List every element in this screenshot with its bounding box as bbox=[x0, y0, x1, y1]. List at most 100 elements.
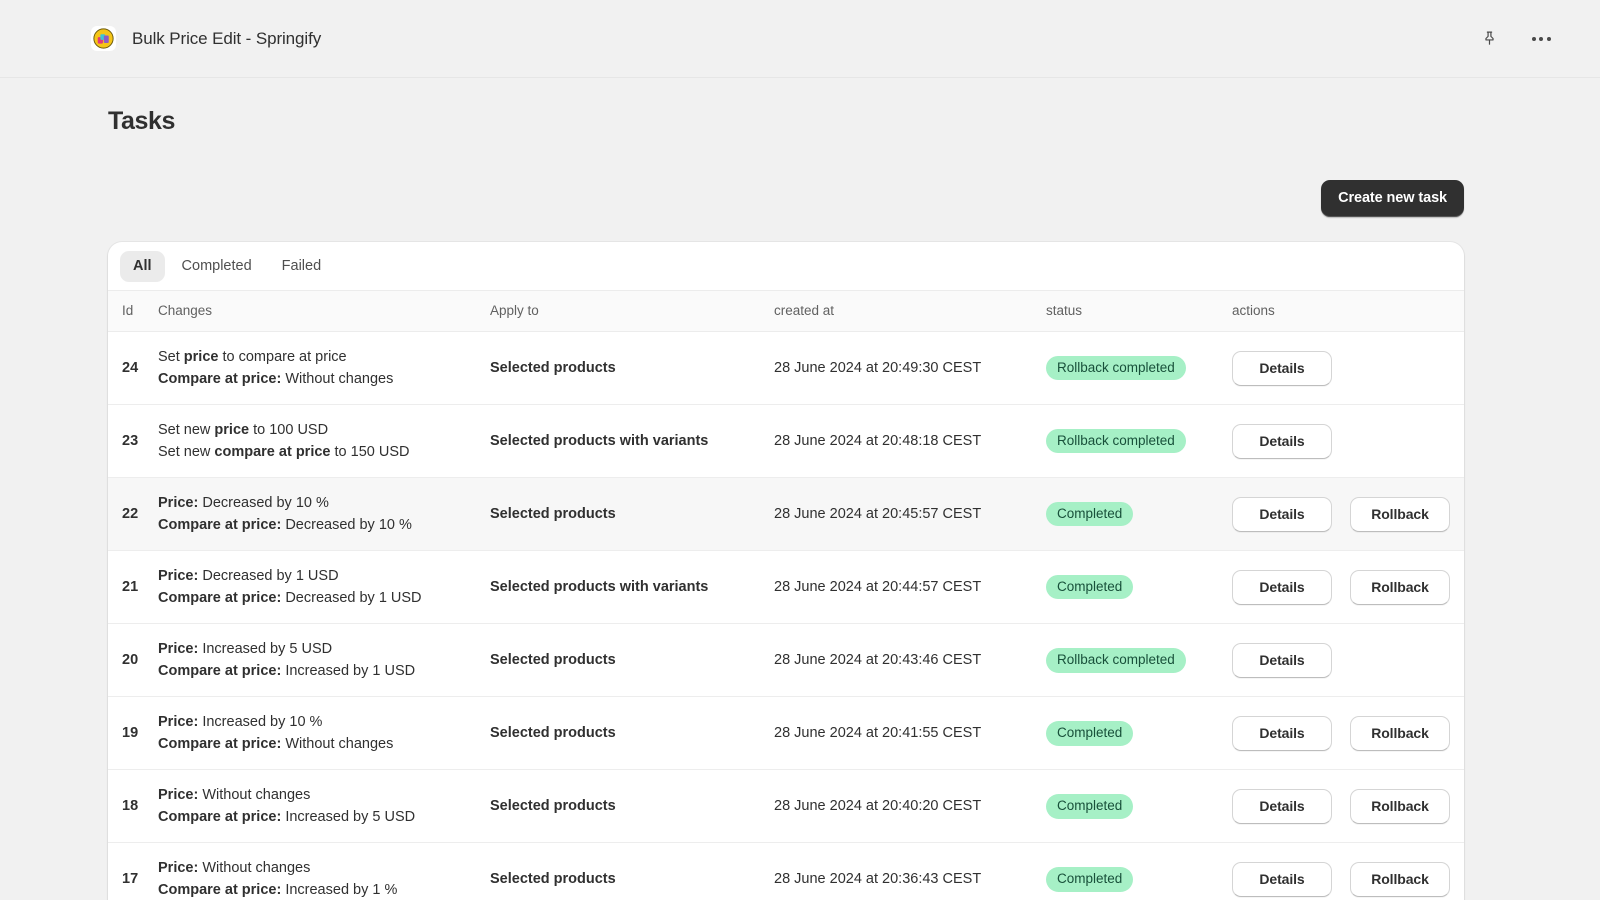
cell-actions: Details bbox=[1232, 623, 1464, 698]
details-button[interactable]: Details bbox=[1232, 788, 1332, 824]
table-row[interactable]: 23 Set new price to 100 USD Set new compar… bbox=[108, 404, 1464, 479]
page-title: Tasks bbox=[108, 107, 176, 135]
status-badge: Rollback completed bbox=[1046, 428, 1186, 454]
details-button[interactable]: Details bbox=[1232, 861, 1332, 897]
cell-status: Rollback completed bbox=[1046, 331, 1232, 406]
table-row[interactable]: 21 Price: Decreased by 1 USD Compare at pr… bbox=[108, 550, 1464, 625]
table-row[interactable]: 20 Price: Increased by 5 USD Compare at pr… bbox=[108, 623, 1464, 698]
cell-status: Rollback completed bbox=[1046, 623, 1232, 698]
rollback-button[interactable]: Rollback bbox=[1350, 788, 1450, 824]
cell-actions: Details bbox=[1232, 331, 1464, 406]
column-header-changes: Changes bbox=[158, 290, 490, 332]
tasks-table: Id Changes Apply to created at status ac… bbox=[108, 290, 1464, 900]
app-bar-right bbox=[1474, 24, 1556, 54]
app-bar: Bulk Price Edit - Springify bbox=[0, 0, 1600, 78]
cell-actions: Details Rollback bbox=[1232, 842, 1464, 900]
column-header-actions: actions bbox=[1232, 290, 1464, 332]
status-badge: Completed bbox=[1046, 867, 1134, 892]
cell-actions: Details Rollback bbox=[1232, 550, 1464, 625]
status-badge: Rollback completed bbox=[1046, 355, 1186, 381]
column-header-created-at: created at bbox=[774, 290, 1046, 332]
cell-created-at: 28 June 2024 at 20:44:57 CEST bbox=[774, 550, 1046, 625]
cell-changes: Price: Increased by 5 USD Compare at pric… bbox=[158, 623, 490, 698]
status-badge: Completed bbox=[1046, 721, 1134, 746]
create-new-task-button[interactable]: Create new task bbox=[1321, 180, 1464, 217]
rollback-button[interactable]: Rollback bbox=[1350, 715, 1450, 751]
table-row[interactable]: 24 Set price to compare at price Compare a… bbox=[108, 331, 1464, 406]
cell-status: Completed bbox=[1046, 769, 1232, 844]
cell-created-at: 28 June 2024 at 20:41:55 CEST bbox=[774, 696, 1046, 771]
tab-completed[interactable]: Completed bbox=[169, 251, 265, 282]
cell-status: Completed bbox=[1046, 696, 1232, 771]
cell-apply-to: Selected products bbox=[490, 623, 774, 698]
table-row[interactable]: 19 Price: Increased by 10 % Compare at pri… bbox=[108, 696, 1464, 771]
tasks-card: All Completed Failed Id Changes Apply to… bbox=[108, 242, 1464, 900]
cell-changes: Price: Increased by 10 % Compare at price… bbox=[158, 696, 490, 771]
column-header-id: Id bbox=[108, 290, 158, 332]
cell-changes: Price: Without changes Compare at price: … bbox=[158, 842, 490, 900]
cell-changes: Price: Decreased by 10 % Compare at price… bbox=[158, 477, 490, 552]
cell-id: 22 bbox=[108, 477, 158, 552]
tab-failed[interactable]: Failed bbox=[269, 251, 335, 282]
cell-status: Completed bbox=[1046, 842, 1232, 900]
more-horizontal-icon[interactable] bbox=[1526, 24, 1556, 54]
pin-icon[interactable] bbox=[1474, 24, 1504, 54]
table-header-row: Id Changes Apply to created at status ac… bbox=[108, 290, 1464, 332]
cell-changes: Set new price to 100 USD Set new compare … bbox=[158, 404, 490, 479]
cell-apply-to: Selected products bbox=[490, 769, 774, 844]
table-body: 24 Set price to compare at price Compare a… bbox=[108, 331, 1464, 900]
details-button[interactable]: Details bbox=[1232, 423, 1332, 459]
cell-created-at: 28 June 2024 at 20:49:30 CEST bbox=[774, 331, 1046, 406]
details-button[interactable]: Details bbox=[1232, 569, 1332, 605]
cell-created-at: 28 June 2024 at 20:48:18 CEST bbox=[774, 404, 1046, 479]
cell-status: Completed bbox=[1046, 550, 1232, 625]
status-badge: Completed bbox=[1046, 794, 1134, 819]
details-button[interactable]: Details bbox=[1232, 715, 1332, 751]
cell-created-at: 28 June 2024 at 20:40:20 CEST bbox=[774, 769, 1046, 844]
table-row[interactable]: 22 Price: Decreased by 10 % Compare at pri… bbox=[108, 477, 1464, 552]
status-badge: Completed bbox=[1046, 574, 1134, 600]
cell-actions: Details Rollback bbox=[1232, 696, 1464, 771]
cell-changes: Price: Without changes Compare at price: … bbox=[158, 769, 490, 844]
tab-all[interactable]: All bbox=[120, 251, 165, 282]
details-button[interactable]: Details bbox=[1232, 642, 1332, 678]
action-bar: Create new task bbox=[108, 180, 1464, 217]
rollback-button[interactable]: Rollback bbox=[1350, 569, 1450, 605]
table-head: Id Changes Apply to created at status ac… bbox=[108, 290, 1464, 332]
cell-apply-to: Selected products bbox=[490, 477, 774, 552]
cell-actions: Details bbox=[1232, 404, 1464, 479]
details-button[interactable]: Details bbox=[1232, 350, 1332, 386]
cell-id: 20 bbox=[108, 623, 158, 698]
app-bar-left: Bulk Price Edit - Springify bbox=[91, 26, 321, 51]
table-row[interactable]: 17 Price: Without changes Compare at price… bbox=[108, 842, 1464, 900]
cell-id: 19 bbox=[108, 696, 158, 771]
cell-apply-to: Selected products bbox=[490, 331, 774, 406]
cell-created-at: 28 June 2024 at 20:43:46 CEST bbox=[774, 623, 1046, 698]
cell-id: 24 bbox=[108, 331, 158, 406]
app-title: Bulk Price Edit - Springify bbox=[132, 28, 322, 48]
status-badge: Rollback completed bbox=[1046, 648, 1186, 673]
cell-id: 18 bbox=[108, 769, 158, 844]
details-button[interactable]: Details bbox=[1232, 496, 1332, 532]
cell-actions: Details Rollback bbox=[1232, 769, 1464, 844]
cell-id: 21 bbox=[108, 550, 158, 625]
cell-id: 23 bbox=[108, 404, 158, 479]
tab-bar: All Completed Failed bbox=[108, 242, 1464, 290]
cell-created-at: 28 June 2024 at 20:45:57 CEST bbox=[774, 477, 1046, 552]
more-dots bbox=[1531, 36, 1551, 41]
cell-apply-to: Selected products with variants bbox=[490, 550, 774, 625]
springify-app-icon bbox=[91, 26, 116, 51]
cell-apply-to: Selected products bbox=[490, 696, 774, 771]
cell-created-at: 28 June 2024 at 20:36:43 CEST bbox=[774, 842, 1046, 900]
cell-id: 17 bbox=[108, 842, 158, 900]
rollback-button[interactable]: Rollback bbox=[1350, 496, 1450, 532]
cell-status: Rollback completed bbox=[1046, 404, 1232, 479]
page-content: Tasks Create new task All Completed Fail… bbox=[0, 107, 1600, 900]
cell-actions: Details Rollback bbox=[1232, 477, 1464, 552]
cell-apply-to: Selected products bbox=[490, 842, 774, 900]
column-header-status: status bbox=[1046, 290, 1232, 332]
table-row[interactable]: 18 Price: Without changes Compare at price… bbox=[108, 769, 1464, 844]
column-header-apply-to: Apply to bbox=[490, 290, 774, 332]
rollback-button[interactable]: Rollback bbox=[1350, 861, 1450, 897]
cell-changes: Price: Decreased by 1 USD Compare at pric… bbox=[158, 550, 490, 625]
